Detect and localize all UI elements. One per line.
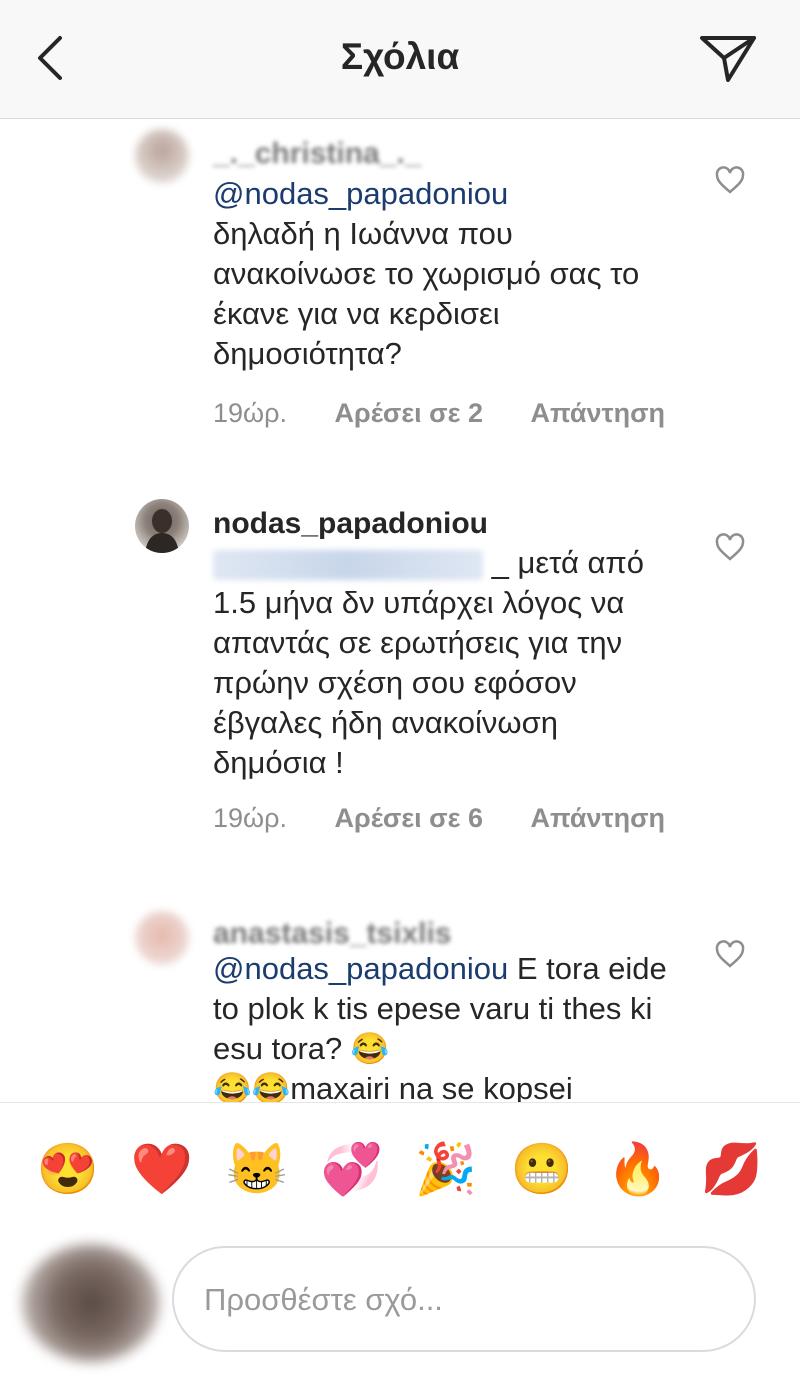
- party-popper-emoji-icon[interactable]: 🎉: [414, 1137, 478, 1201]
- comment-body: δηλαδή η Ιωάννα που ανακοίνωσε το χωρισμ…: [213, 216, 640, 371]
- comment-username[interactable]: _._christina_._: [213, 137, 421, 171]
- heart-icon[interactable]: [714, 939, 746, 969]
- comment-time: 19ώρ.: [213, 398, 287, 428]
- reply-button[interactable]: Απάντηση: [531, 803, 666, 833]
- kiss-mark-emoji-icon[interactable]: 💋: [700, 1137, 764, 1201]
- heart-icon[interactable]: [714, 532, 746, 562]
- heart-eyes-emoji-icon[interactable]: 😍: [36, 1137, 100, 1201]
- emoji-quick-bar: 😍 ❤️ 😸 💞 🎉 😬 🔥 💋: [0, 1102, 800, 1231]
- two-hearts-emoji-icon[interactable]: 💞: [320, 1137, 384, 1201]
- comment-body-cont: 😂😂maxairi na se kopsei: [213, 1071, 573, 1102]
- comment-body: _ μετά από 1.5 μήνα δν υπάρχει λόγος να …: [213, 545, 645, 780]
- reply-button[interactable]: Απάντηση: [531, 398, 666, 428]
- comment-input[interactable]: Προσθέστε σχό...: [172, 1246, 756, 1352]
- comment-text: @nodas_papadoniou δηλαδή η Ιωάννα που αν…: [213, 174, 673, 374]
- mention-link[interactable]: @nodas_papadoniou: [213, 951, 508, 986]
- avatar[interactable]: [135, 499, 189, 553]
- heart-icon[interactable]: [714, 165, 746, 195]
- avatar[interactable]: [135, 911, 189, 965]
- likes-count-link[interactable]: Αρέσει σε 6: [335, 803, 483, 833]
- comment-composer: Προσθέστε σχό...: [0, 1230, 800, 1375]
- red-heart-emoji-icon[interactable]: ❤️: [130, 1137, 194, 1201]
- comment-username[interactable]: anastasis_tsixlis: [213, 917, 452, 951]
- likes-count-link[interactable]: Αρέσει σε 2: [335, 398, 483, 428]
- comment-meta: 19ώρ. Αρέσει σε 6 Απάντηση: [213, 803, 705, 834]
- comment-input-placeholder: Προσθέστε σχό...: [204, 1282, 443, 1317]
- comment-username[interactable]: nodas_papadoniou: [213, 507, 488, 541]
- fire-emoji-icon[interactable]: 🔥: [606, 1137, 670, 1201]
- comment-time: 19ώρ.: [213, 803, 287, 833]
- avatar[interactable]: [135, 129, 189, 183]
- mention-link[interactable]: @nodas_papadoniou: [213, 176, 508, 211]
- grinning-cat-emoji-icon[interactable]: 😸: [225, 1137, 289, 1201]
- blurred-mention[interactable]: [213, 549, 483, 580]
- header-bar: Σχόλια: [0, 0, 800, 119]
- page-title: Σχόλια: [340, 36, 460, 77]
- avatar: [22, 1244, 160, 1362]
- comment-text: _ μετά από 1.5 μήνα δν υπάρχει λόγος να …: [213, 543, 673, 783]
- grimacing-emoji-icon[interactable]: 😬: [510, 1137, 574, 1201]
- comments-list[interactable]: _._christina_._ @nodas_papadoniou δηλαδή…: [0, 119, 800, 1102]
- comment-text: @nodas_papadoniou E tora eide to plok k …: [213, 949, 683, 1102]
- paper-plane-icon[interactable]: [696, 30, 760, 86]
- comment-meta: 19ώρ. Αρέσει σε 2 Απάντηση: [213, 398, 705, 429]
- avatar-photo: [145, 509, 179, 553]
